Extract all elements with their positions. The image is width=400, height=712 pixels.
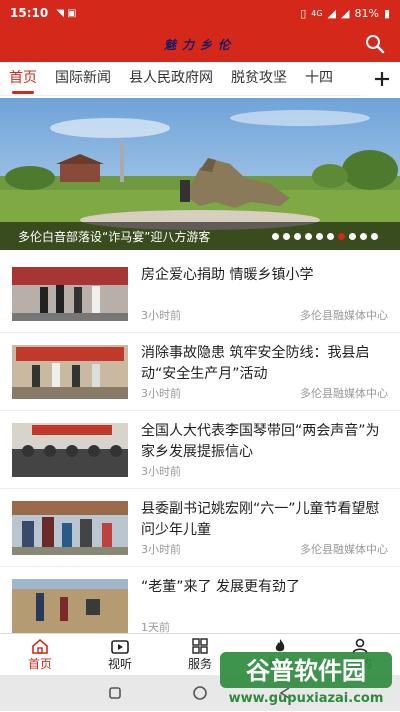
- carousel-dot-active[interactable]: [338, 233, 345, 240]
- news-time: 1天前: [141, 621, 170, 633]
- vibrate-icon: ▯: [300, 6, 307, 20]
- battery-label: 81%: [354, 6, 379, 20]
- app-header: 魅力乡伦: [0, 26, 400, 62]
- banner-carousel[interactable]: 多伦白音部落设“诈马宴”迎八方游客: [0, 98, 400, 250]
- news-thumbnail: [12, 579, 128, 633]
- news-time: 3小时前: [141, 387, 181, 400]
- channel-tabs: 首页 国际新闻 县人民政府网 脱贫攻坚 十四: [0, 62, 400, 96]
- watermark: 谷普软件园 www.gupuxiazai.com: [218, 648, 398, 708]
- news-source: 多伦县融媒体中心: [300, 387, 388, 400]
- news-time: 3小时前: [141, 309, 181, 322]
- news-source: 多伦县融媒体中心: [300, 543, 388, 556]
- news-time: 3小时前: [141, 465, 181, 478]
- recent-apps-icon[interactable]: [108, 686, 122, 700]
- watermark-url: www.gupuxiazai.com: [229, 691, 384, 706]
- network-label: 4G: [311, 8, 323, 18]
- status-time: 15:10: [10, 6, 49, 20]
- watermark-brand: 谷普软件园: [246, 657, 366, 685]
- news-time: 3小时前: [141, 543, 181, 556]
- plus-icon: [375, 72, 389, 86]
- nav-home-label: 首页: [27, 656, 52, 671]
- tab-home[interactable]: 首页: [0, 62, 46, 96]
- signal-icon: ◢: [327, 6, 337, 20]
- signal-icon-2: ◢: [341, 6, 350, 20]
- news-title: 县委副书记姚宏刚“六一”儿童节看望慰问少年儿童: [141, 501, 380, 538]
- tab-poverty-alleviation[interactable]: 脱贫攻坚: [222, 62, 296, 96]
- carousel-dot[interactable]: [327, 233, 334, 240]
- tab-county-government[interactable]: 县人民政府网: [120, 62, 222, 96]
- carousel-dot[interactable]: [305, 233, 312, 240]
- status-right: ▯ 4G ◢ ◢ 81% ▮: [300, 7, 390, 20]
- news-title: “老董”来了 发展更有劲了: [141, 579, 300, 595]
- nav-audiovisual[interactable]: 视听: [80, 634, 160, 675]
- nav-home[interactable]: 首页: [0, 634, 80, 675]
- news-title: 消除事故隐患 筑牢安全防线：我县启动“安全生产月”活动: [141, 345, 370, 382]
- news-title: 房企爱心捐助 情暖乡镇小学: [141, 267, 314, 283]
- carousel-dot[interactable]: [316, 233, 323, 240]
- carousel-dot[interactable]: [272, 233, 279, 240]
- nav-services-label: 服务: [187, 656, 212, 671]
- news-thumbnail: [12, 345, 128, 399]
- tab-international-news[interactable]: 国际新闻: [46, 62, 120, 96]
- home-button-icon[interactable]: [192, 685, 208, 701]
- app-title: 魅力乡伦: [163, 37, 236, 52]
- battery-icon: ▮: [383, 6, 390, 20]
- carousel-dot[interactable]: [283, 233, 290, 240]
- news-source: 多伦县融媒体中心: [300, 309, 388, 322]
- banner-caption-text: 多伦白音部落设“诈马宴”迎八方游客: [18, 229, 211, 244]
- watermark-logo: 谷普软件园 www.gupuxiazai.com: [220, 652, 392, 706]
- tab-fourteenth[interactable]: 十四: [296, 62, 342, 96]
- carousel-dots: [272, 233, 378, 240]
- news-item[interactable]: 全国人大代表李国琴带回“两会声音”为家乡发展提振信心 3小时前: [0, 411, 400, 489]
- carousel-dot[interactable]: [360, 233, 367, 240]
- news-item[interactable]: 房企爱心捐助 情暖乡镇小学 3小时前 多伦县融媒体中心: [0, 255, 400, 333]
- news-thumbnail: [12, 267, 128, 321]
- news-item[interactable]: 县委副书记姚宏刚“六一”儿童节看望慰问少年儿童 3小时前 多伦县融媒体中心: [0, 489, 400, 567]
- add-channel-button[interactable]: [360, 62, 400, 96]
- carousel-dot[interactable]: [349, 233, 356, 240]
- tv-icon: [111, 639, 129, 654]
- news-thumbnail: [12, 501, 128, 555]
- news-thumbnail: [12, 423, 128, 477]
- carousel-dot[interactable]: [371, 233, 378, 240]
- news-item[interactable]: 消除事故隐患 筑牢安全防线：我县启动“安全生产月”活动 3小时前 多伦县融媒体中…: [0, 333, 400, 411]
- nav-audiovisual-label: 视听: [107, 656, 132, 671]
- grid-icon: [192, 637, 208, 654]
- home-icon: [32, 638, 48, 654]
- news-item[interactable]: “老董”来了 发展更有劲了 1天前: [0, 567, 400, 633]
- search-icon[interactable]: [364, 33, 386, 55]
- status-bar: 15:10 ◥ ▣ ▯ 4G ◢ ◢ 81% ▮: [0, 0, 400, 26]
- notification-icon: ◥ ▣: [56, 7, 77, 19]
- carousel-dot[interactable]: [294, 233, 301, 240]
- news-list: 房企爱心捐助 情暖乡镇小学 3小时前 多伦县融媒体中心 消除事故隐患 筑牢安全防…: [0, 255, 400, 633]
- news-title: 全国人大代表李国琴带回“两会声音”为家乡发展提振信心: [141, 423, 380, 460]
